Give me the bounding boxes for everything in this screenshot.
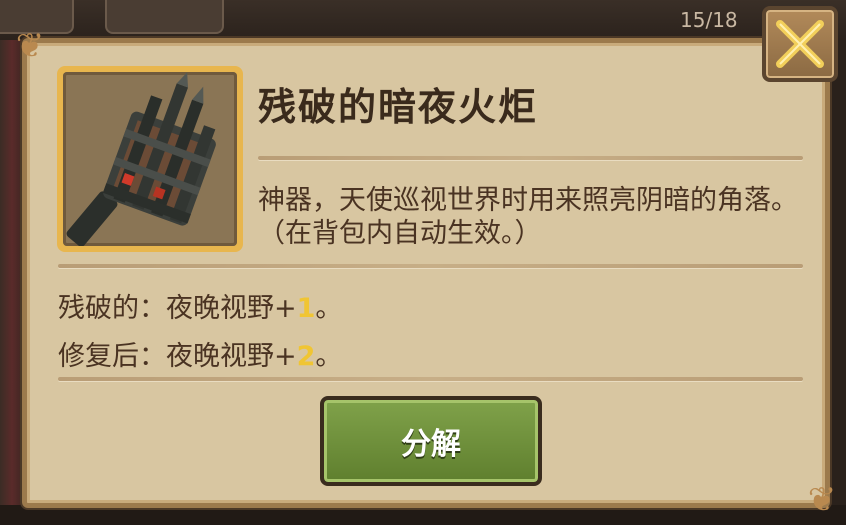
stat-value: 2 (296, 341, 316, 372)
divider (58, 264, 803, 268)
stat-broken: 残破的：夜晚视野+1。 (58, 286, 342, 325)
dark-torch-icon (66, 72, 216, 246)
item-title: 残破的暗夜火炬 (258, 85, 539, 129)
background-tab (105, 0, 224, 34)
close-icon (776, 20, 824, 68)
stat-suffix: 。 (315, 293, 343, 324)
divider (58, 377, 803, 381)
stat-suffix: 。 (315, 341, 343, 372)
item-icon-frame (57, 66, 243, 252)
close-button[interactable] (762, 6, 838, 82)
disassemble-button[interactable]: 分解 (320, 396, 542, 486)
stat-label: 修复后：夜晚视野+ (58, 341, 297, 372)
corner-ornament-icon: ❦ (15, 26, 45, 66)
corner-ornament-icon: ❦ (807, 480, 837, 520)
item-description: 神器，天使巡视世界时用来照亮阴暗的角落。（在背包内自动生效。） (258, 185, 798, 249)
divider (258, 156, 803, 160)
stat-repaired: 修复后：夜晚视野+2。 (58, 334, 342, 373)
stat-label: 残破的：夜晚视野+ (58, 293, 297, 324)
background-bottom (0, 505, 846, 525)
stat-value: 1 (296, 293, 316, 324)
background-counter: 15/18 (680, 8, 738, 32)
